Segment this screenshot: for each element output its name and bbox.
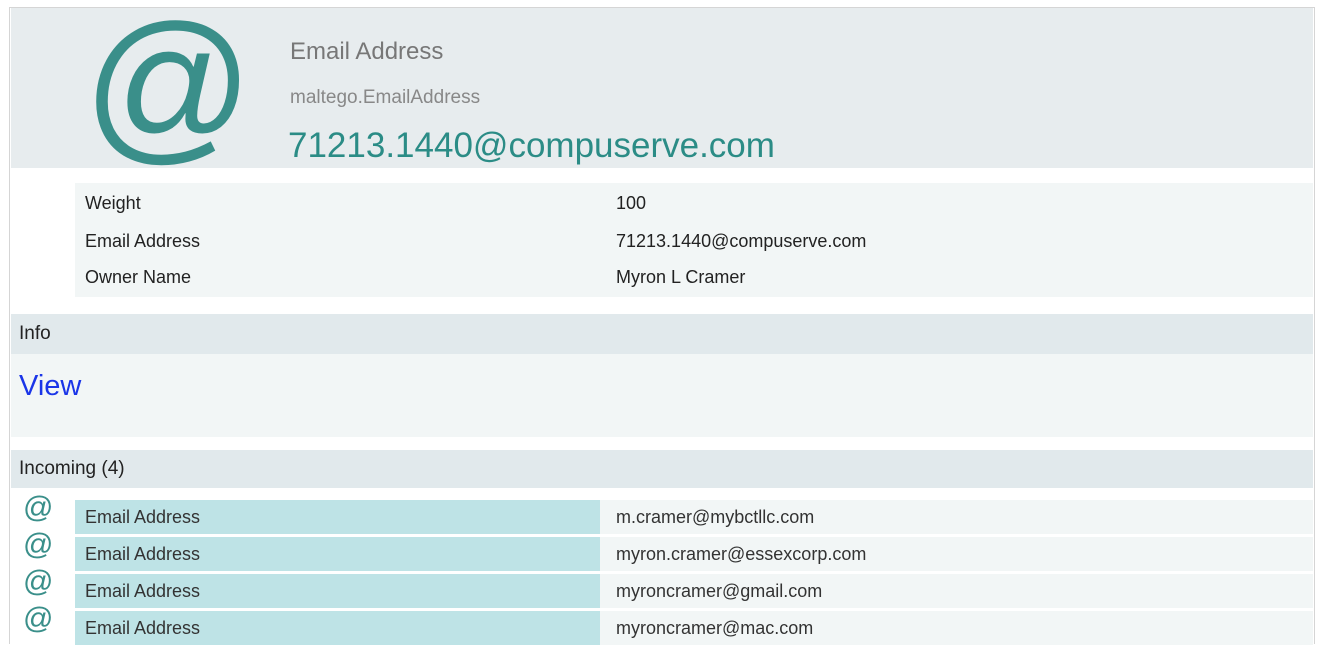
at-sign-icon: @ <box>23 528 54 561</box>
incoming-row[interactable]: @ Email Address m.cramer@mybctllc.com <box>11 491 1313 534</box>
incoming-type-cell: Email Address <box>75 574 600 608</box>
incoming-type: Email Address <box>85 618 201 638</box>
property-value: 71213.1440@compuserve.com <box>616 231 867 251</box>
property-row: Email Address 71213.1440@compuserve.com <box>85 224 1305 258</box>
incoming-value-cell: myron.cramer@essexcorp.com <box>600 537 1313 571</box>
view-link[interactable]: View <box>19 366 81 406</box>
incoming-value-cell: myroncramer@gmail.com <box>600 574 1313 608</box>
property-key: Weight <box>85 193 141 213</box>
incoming-type-cell: Email Address <box>75 500 600 534</box>
at-sign-icon: @ <box>23 491 54 524</box>
entity-value: 71213.1440@compuserve.com <box>288 126 775 165</box>
at-sign-icon: @ <box>23 565 54 598</box>
property-key: Owner Name <box>85 267 192 287</box>
incoming-type: Email Address <box>85 581 201 601</box>
incoming-row[interactable]: @ Email Address myroncramer@mac.com <box>11 602 1313 645</box>
incoming-type: Email Address <box>85 507 201 527</box>
incoming-value: myron.cramer@essexcorp.com <box>616 544 867 564</box>
info-section-label: Info <box>19 323 51 344</box>
properties-table: Weight 100 Email Address 71213.1440@comp… <box>75 183 1313 297</box>
incoming-type-cell: Email Address <box>75 537 600 571</box>
incoming-value: myroncramer@gmail.com <box>616 581 823 601</box>
incoming-type-cell: Email Address <box>75 611 600 645</box>
info-section-body: View <box>11 354 1313 437</box>
at-sign-icon: @ <box>83 0 254 178</box>
property-key: Email Address <box>85 231 201 251</box>
incoming-row[interactable]: @ Email Address myroncramer@gmail.com <box>11 565 1313 608</box>
property-value: Myron L Cramer <box>616 267 746 287</box>
incoming-section-label: Incoming (4) <box>19 458 125 479</box>
incoming-value: m.cramer@mybctllc.com <box>616 507 815 527</box>
property-row: Owner Name Myron L Cramer <box>85 260 1305 294</box>
entity-header: @ Email Address maltego.EmailAddress 712… <box>11 0 1313 168</box>
incoming-value-cell: m.cramer@mybctllc.com <box>600 500 1313 534</box>
incoming-value-cell: myroncramer@mac.com <box>600 611 1313 645</box>
incoming-value: myroncramer@mac.com <box>616 618 814 638</box>
incoming-row[interactable]: @ Email Address myron.cramer@essexcorp.c… <box>11 528 1313 571</box>
property-row: Weight 100 <box>85 186 1305 220</box>
incoming-type: Email Address <box>85 544 201 564</box>
incoming-section-header: Incoming (4) <box>11 450 1313 488</box>
entity-type-name: Email Address <box>290 38 444 65</box>
property-value: 100 <box>616 193 647 213</box>
entity-type-id: maltego.EmailAddress <box>290 87 481 108</box>
info-section-header: Info <box>11 314 1313 354</box>
at-sign-icon: @ <box>23 602 54 635</box>
